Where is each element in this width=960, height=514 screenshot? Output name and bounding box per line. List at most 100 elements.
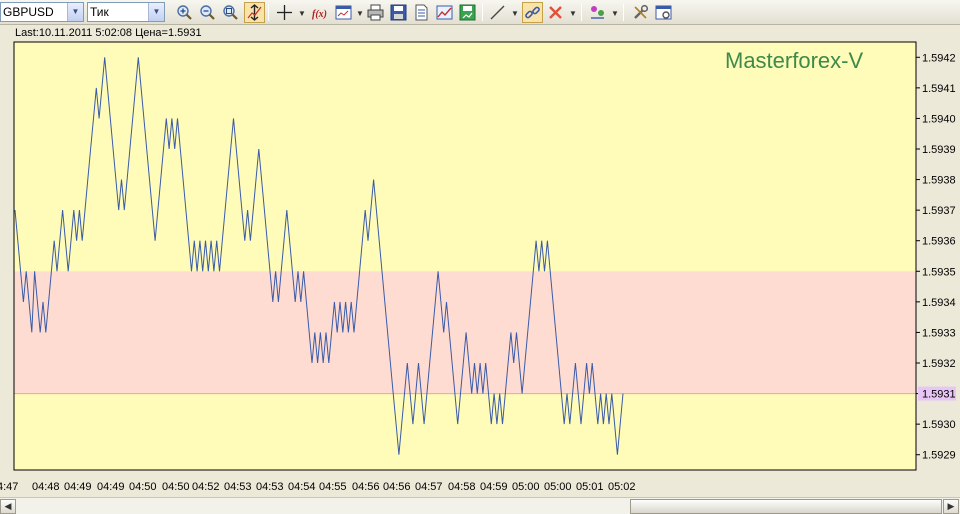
scrollbar-thumb[interactable] <box>630 499 942 514</box>
y-tick-label: 1.5936 <box>922 236 956 248</box>
printer-icon <box>367 4 384 21</box>
symbol-value: GBPUSD <box>3 5 54 19</box>
markers-icon <box>591 6 604 19</box>
x-tick-label: 04:58 <box>448 481 476 493</box>
chart-settings-button[interactable] <box>333 2 354 23</box>
current-price-value: 1.5931 <box>922 389 956 401</box>
chevron-down-icon[interactable]: ▼ <box>511 9 519 18</box>
x-tick-label: 04:56 <box>383 481 411 493</box>
chart-image-icon <box>436 5 453 20</box>
chevron-down-icon[interactable]: ▼ <box>611 9 619 18</box>
save-button[interactable] <box>388 2 409 23</box>
document-icon <box>415 4 428 21</box>
chevron-down-icon[interactable]: ▼ <box>298 9 306 18</box>
chain-link-icon <box>525 6 540 19</box>
chevron-left-icon: ◀ <box>4 501 12 511</box>
x-tick-label: 04:54 <box>288 481 316 493</box>
toolbar-separator <box>623 4 624 21</box>
delete-objects-button[interactable] <box>545 2 566 23</box>
zoom-out-button[interactable] <box>197 2 218 23</box>
wrench-icon <box>634 4 649 19</box>
y-tick-label: 1.5939 <box>922 144 956 156</box>
delete-icon <box>549 6 562 19</box>
tools-button[interactable] <box>630 2 651 23</box>
x-tick-label: 04:48 <box>32 481 60 493</box>
chart-window: GBPUSD ▼ Тик ▼ ▼ f(x) ▼ ▼ ▼ ▼ Last:10.11… <box>0 0 960 514</box>
x-tick-label: 05:01 <box>576 481 604 493</box>
watermark-text: Masterforex-V <box>725 48 863 73</box>
autoscale-icon <box>247 4 262 21</box>
x-tick-label: 04:59 <box>480 481 508 493</box>
x-tick-label: 04:50 <box>129 481 157 493</box>
x-tick-label: 04:53 <box>224 481 252 493</box>
fx-text: f(x) <box>312 9 327 20</box>
toolbar-separator <box>482 4 483 21</box>
chevron-down-icon[interactable]: ▼ <box>148 3 164 21</box>
document-button[interactable] <box>411 2 432 23</box>
scroll-left-button[interactable]: ◀ <box>0 499 16 514</box>
zoom-out-icon <box>200 5 215 20</box>
save-chart-icon <box>459 4 476 21</box>
indicator-button[interactable]: f(x) <box>310 2 331 23</box>
price-chart[interactable]: 1.5942 1.5941 1.5940 1.5939 1.5938 1.5937 1.59… <box>0 40 960 496</box>
y-tick-label: 1.5938 <box>922 175 956 187</box>
y-tick-label: 1.5932 <box>922 358 956 370</box>
toolbar-separator <box>268 4 269 21</box>
x-tick-label: 05:02 <box>608 481 636 493</box>
toolbar: GBPUSD ▼ Тик ▼ ▼ f(x) ▼ ▼ ▼ ▼ <box>0 0 960 25</box>
function-icon: f(x) <box>312 9 327 20</box>
properties-button[interactable] <box>653 2 674 23</box>
price-zone <box>14 271 916 394</box>
print-button[interactable] <box>365 2 386 23</box>
zoom-fit-icon <box>223 5 238 20</box>
properties-icon <box>655 5 672 20</box>
zoom-in-button[interactable] <box>174 2 195 23</box>
symbol-select[interactable]: GBPUSD ▼ <box>0 2 84 22</box>
y-tick-label: 1.5937 <box>922 205 956 217</box>
current-price-label: 1.5931 <box>918 386 956 401</box>
y-tick-label: 1.5934 <box>922 297 956 309</box>
chevron-down-icon[interactable]: ▼ <box>569 9 577 18</box>
plot-area <box>13 41 917 471</box>
y-tick-label: 1.5940 <box>922 113 956 125</box>
x-tick-label: 04:50 <box>162 481 190 493</box>
y-tick-label: 1.5929 <box>922 450 956 462</box>
x-tick-label: 04:49 <box>97 481 125 493</box>
x-tick-label: 05:00 <box>512 481 540 493</box>
y-tick-label: 1.5941 <box>922 83 956 95</box>
export-image-button[interactable] <box>434 2 455 23</box>
crosshair-icon <box>277 5 292 20</box>
y-tick-label: 1.5930 <box>922 419 956 431</box>
x-tick-label: 04:52 <box>192 481 220 493</box>
y-tick-label: 1.5933 <box>922 327 956 339</box>
chevron-down-icon[interactable]: ▼ <box>356 9 364 18</box>
chevron-right-icon: ▶ <box>947 501 955 511</box>
autoscale-button[interactable] <box>244 2 265 23</box>
zoom-in-icon <box>177 5 192 20</box>
toolbar-separator <box>581 4 582 21</box>
chevron-down-icon[interactable]: ▼ <box>67 3 83 21</box>
y-tick-label: 1.5935 <box>922 266 956 278</box>
markers-button[interactable] <box>587 2 608 23</box>
x-tick-label: 04:53 <box>256 481 284 493</box>
x-tick-label: 4:47 <box>0 481 18 493</box>
x-tick-label: 04:49 <box>64 481 92 493</box>
save-chart-button[interactable] <box>457 2 478 23</box>
x-tick-label: 05:00 <box>544 481 572 493</box>
y-tick-label: 1.5942 <box>922 52 956 64</box>
crosshair-button[interactable] <box>274 2 295 23</box>
timeframe-select[interactable]: Тик ▼ <box>87 2 165 22</box>
scroll-right-button[interactable]: ▶ <box>943 499 959 514</box>
time-axis[interactable]: 4:47 04:48 04:49 04:49 04:50 04:50 04:52 04:53 0… <box>0 481 636 493</box>
trendline-button[interactable] <box>487 2 508 23</box>
floppy-disk-icon <box>390 4 407 21</box>
horizontal-scrollbar[interactable]: ◀ ▶ <box>0 497 960 514</box>
link-objects-button[interactable] <box>522 2 543 23</box>
trendline-icon <box>490 5 505 20</box>
zoom-reset-button[interactable] <box>220 2 241 23</box>
x-tick-label: 04:56 <box>352 481 380 493</box>
x-tick-label: 04:57 <box>415 481 443 493</box>
last-price-info: Last:10.11.2011 5:02:08 Цена=1.5931 <box>15 27 202 39</box>
timeframe-value: Тик <box>90 5 109 19</box>
x-tick-label: 04:55 <box>319 481 347 493</box>
